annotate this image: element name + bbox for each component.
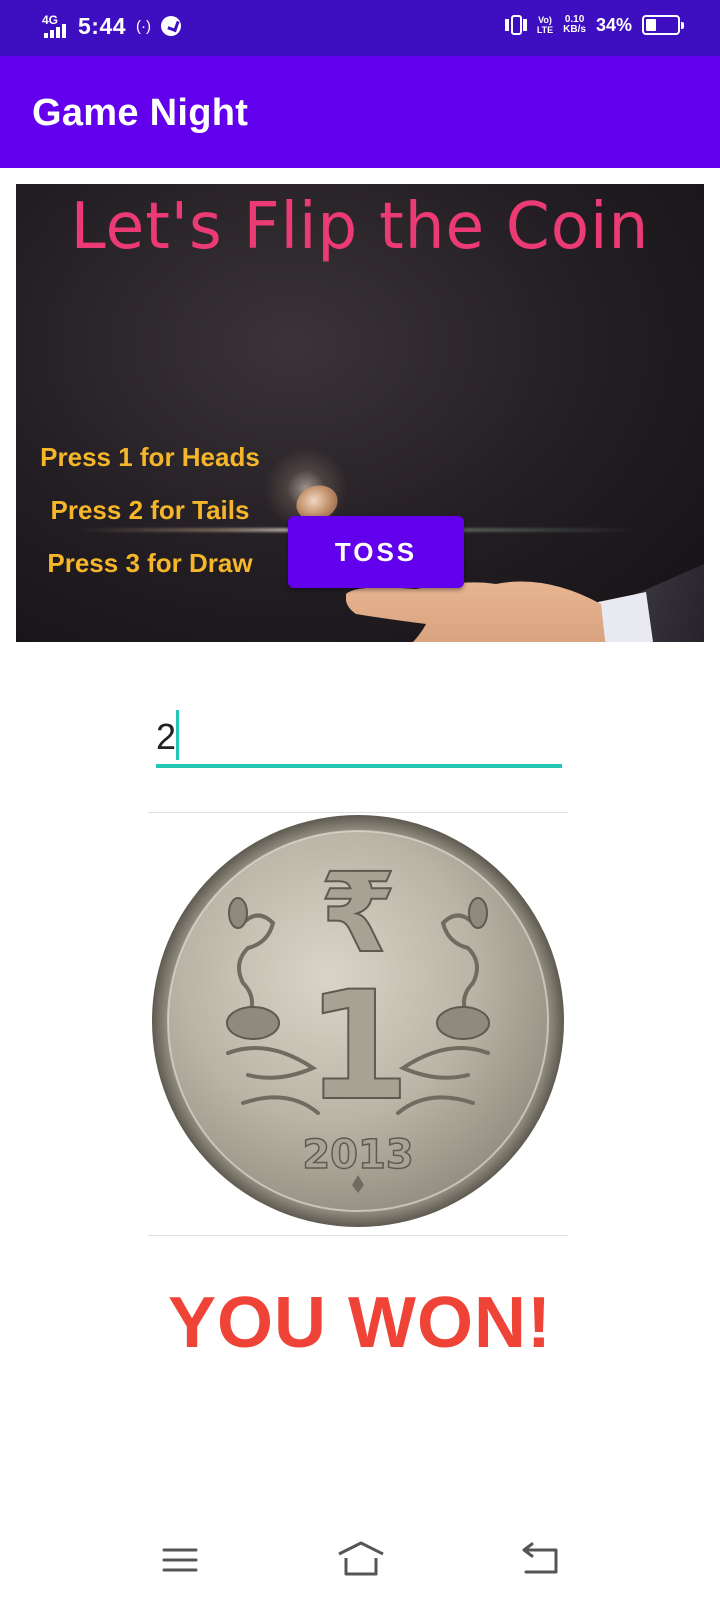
status-right: Vo) LTE 0.10 KB/s 34% [504,14,684,36]
coin-result-image: ₹ 1 2013 [148,812,568,1236]
result-text: YOU WON! [168,1283,552,1363]
coin-flip-banner: Let's Flip the Coin TOSS Press 1 for Hea… [16,184,704,642]
text-cursor [176,710,179,760]
choice-input[interactable] [156,704,562,768]
rupee-symbol: ₹ [320,849,397,977]
volte-indicator: Vo) LTE [536,15,554,35]
app-title: Game Night [32,92,249,134]
app-bar: Game Night [0,56,720,168]
choice-input-value: 2 [156,716,177,757]
coin-denomination: 1 [306,960,410,1134]
banner-title: Let's Flip the Coin [70,190,650,264]
status-left: 4G 5:44 (·) [42,12,182,40]
signal-icon: 4G [42,12,68,40]
data-saver-icon [161,16,182,36]
status-bar: 4G 5:44 (·) Vo) LTE 0.10 KB/s 34% [0,0,720,56]
system-nav-bar [0,1520,720,1600]
network-speed: 0.10 KB/s [563,14,586,35]
coin-year: 2013 [302,1132,413,1178]
vibrate-icon [504,14,527,36]
instruction-tails: Press 2 for Tails [50,495,250,525]
battery-icon [642,15,684,35]
hotspot-icon: (·) [136,17,152,35]
instruction-draw: Press 3 for Draw [47,548,253,578]
home-icon[interactable] [336,1540,386,1580]
battery-percent: 34% [595,14,632,35]
instruction-heads: Press 1 for Heads [40,442,260,472]
back-icon[interactable] [516,1540,566,1580]
clock: 5:44 [78,12,127,39]
toss-button[interactable]: TOSS [288,516,464,588]
menu-icon[interactable] [156,1540,206,1580]
